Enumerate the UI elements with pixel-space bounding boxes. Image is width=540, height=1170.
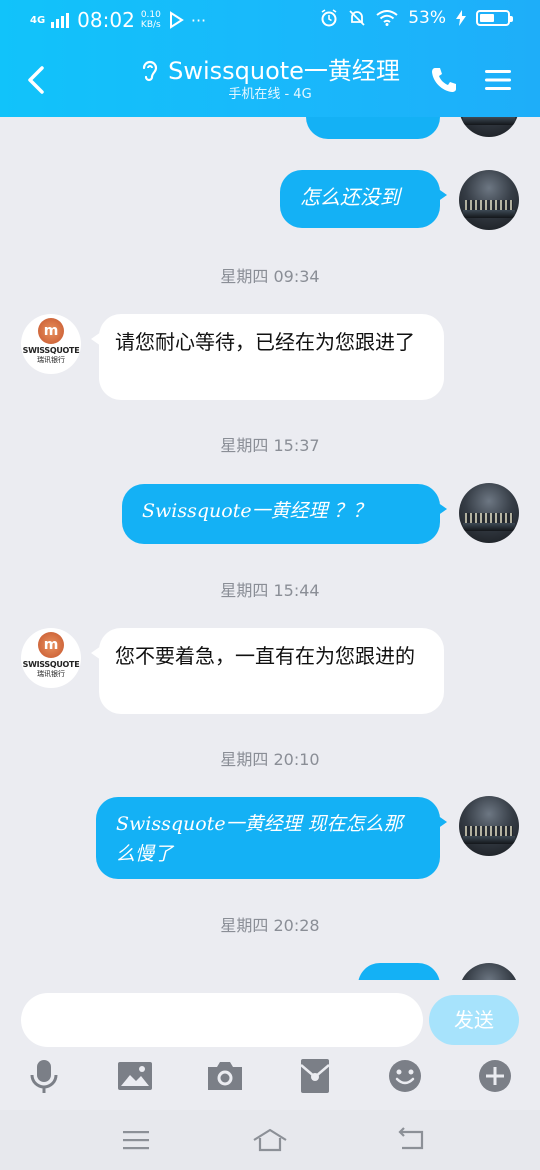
- more-button[interactable]: [475, 1056, 515, 1096]
- my-avatar[interactable]: [459, 483, 519, 543]
- swissquote-logo-icon: m: [38, 632, 64, 658]
- message-timestamp: 星期四 15:37: [220, 436, 320, 455]
- my-avatar[interactable]: [459, 796, 519, 856]
- image-button[interactable]: [115, 1056, 155, 1096]
- image-icon: [118, 1062, 152, 1090]
- nav-menu-button[interactable]: [120, 1126, 152, 1154]
- online-status: 手机在线 - 4G: [228, 87, 312, 102]
- speed-unit: KB/s: [140, 20, 161, 30]
- alarm-icon: [321, 9, 337, 27]
- avatar-brand-cn: 瑞讯银行: [37, 356, 65, 364]
- system-navbar: [0, 1110, 540, 1170]
- nav-home-button[interactable]: [252, 1126, 288, 1154]
- my-avatar[interactable]: [459, 963, 519, 980]
- hamburger-icon: [485, 70, 511, 90]
- swissquote-logo-icon: m: [38, 318, 64, 344]
- contact-avatar[interactable]: m SWISSQUOTE 瑞讯银行: [21, 314, 81, 374]
- avatar-brand: SWISSQUOTE: [22, 660, 80, 669]
- earpiece-icon: [142, 60, 158, 82]
- message-timestamp: 星期四 20:28: [220, 916, 320, 935]
- contact-avatar[interactable]: m SWISSQUOTE 瑞讯银行: [21, 628, 81, 688]
- message-bubble-outgoing[interactable]: [306, 117, 447, 139]
- message-bubble-outgoing[interactable]: Swissquote一黄经理 ？？: [122, 484, 447, 544]
- my-avatar[interactable]: [459, 170, 519, 230]
- speed-value: 0.10: [140, 10, 161, 20]
- play-icon: [169, 11, 184, 29]
- chat-title: Swissquote一黄经理: [168, 57, 400, 85]
- emoji-icon: [389, 1060, 421, 1092]
- voice-button[interactable]: [24, 1056, 64, 1096]
- chat-header: 4G 08:02 0.10 KB/s ··· 53% Swissquote一黄经…: [0, 0, 540, 117]
- chevron-left-icon: [28, 66, 44, 94]
- chat-title-area[interactable]: Swissquote一黄经理 手机在线 - 4G: [100, 56, 440, 104]
- message-bubble-outgoing[interactable]: [358, 963, 440, 980]
- message-timestamp: 星期四 09:34: [220, 267, 320, 286]
- red-packet-icon: [300, 1059, 330, 1093]
- network-speed: 0.10 KB/s: [141, 10, 161, 30]
- battery-icon: [476, 10, 513, 26]
- avatar-brand-cn: 瑞讯银行: [37, 670, 65, 678]
- input-bar: 发送: [0, 980, 540, 1110]
- microphone-icon: [30, 1060, 58, 1093]
- emoji-button[interactable]: [385, 1056, 425, 1096]
- message-timestamp: 星期四 20:10: [220, 750, 320, 769]
- my-avatar[interactable]: [459, 117, 519, 137]
- home-icon: [253, 1128, 287, 1152]
- message-bubble-incoming[interactable]: 请您耐心等待，已经在为您跟进了: [91, 314, 444, 400]
- battery-fill: [480, 14, 494, 22]
- message-list[interactable]: 怎么还没到 星期四 09:34 m SWISSQUOTE 瑞讯银行 请您耐心等待…: [0, 117, 540, 980]
- message-input[interactable]: [21, 993, 423, 1047]
- network-indicator: 4G: [30, 14, 46, 26]
- nav-back-button[interactable]: [396, 1126, 428, 1154]
- red-packet-button[interactable]: [295, 1056, 335, 1096]
- wifi-icon: [376, 10, 398, 26]
- message-bubble-outgoing[interactable]: 怎么还没到: [280, 170, 447, 228]
- camera-button[interactable]: [205, 1056, 245, 1096]
- plus-icon: [479, 1060, 511, 1092]
- message-timestamp: 星期四 15:44: [220, 581, 320, 600]
- send-button[interactable]: 发送: [429, 995, 519, 1045]
- avatar-brand: SWISSQUOTE: [22, 346, 80, 355]
- back-icon: [398, 1127, 424, 1150]
- phone-icon: [432, 68, 456, 92]
- mute-icon: [349, 10, 365, 26]
- camera-icon: [208, 1062, 242, 1090]
- menu-button[interactable]: [484, 66, 512, 94]
- charging-icon: [456, 10, 466, 26]
- back-button[interactable]: [18, 58, 54, 102]
- message-bubble-incoming[interactable]: 您不要着急，一直有在为您跟进的: [91, 628, 444, 714]
- menu-icon: [123, 1131, 149, 1150]
- message-bubble-outgoing[interactable]: Swissquote一黄经理 现在怎么那么慢了: [96, 797, 447, 879]
- call-button[interactable]: [428, 64, 460, 96]
- signal-icon: [51, 13, 70, 28]
- status-time: 08:02: [77, 8, 135, 32]
- more-status-icon: ···: [190, 10, 207, 30]
- status-bar: 4G 08:02 0.10 KB/s ··· 53%: [0, 0, 540, 40]
- battery-percent: 53%: [408, 8, 446, 28]
